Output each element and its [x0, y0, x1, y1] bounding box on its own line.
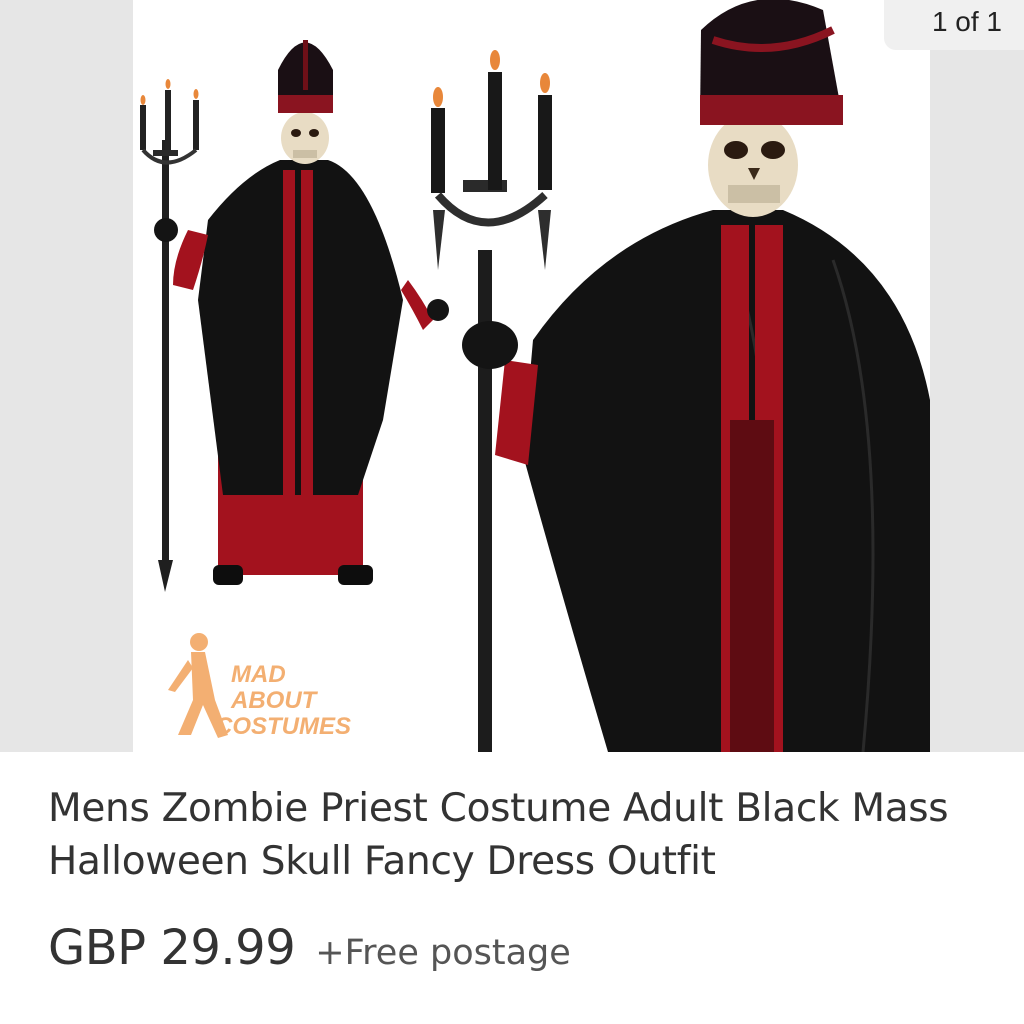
price-row: GBP 29.99 +Free postage	[48, 920, 571, 976]
svg-text:MAD: MAD	[231, 661, 286, 688]
image-gallery[interactable]: MAD ABOUT COSTUMES 1 of 1	[0, 0, 1024, 752]
image-counter-label: 1 of 1	[931, 6, 1002, 37]
listing-title[interactable]: Mens Zombie Priest Costume Adult Black M…	[48, 782, 978, 888]
svg-text:ABOUT: ABOUT	[230, 687, 319, 714]
listing-price: GBP 29.99	[48, 920, 296, 976]
listing-details: Mens Zombie Priest Costume Adult Black M…	[0, 752, 1024, 1024]
product-image[interactable]: MAD ABOUT COSTUMES	[133, 0, 930, 752]
svg-text:COSTUMES: COSTUMES	[215, 713, 351, 740]
image-counter: 1 of 1	[884, 0, 1024, 50]
postage-info: +Free postage	[315, 933, 571, 973]
